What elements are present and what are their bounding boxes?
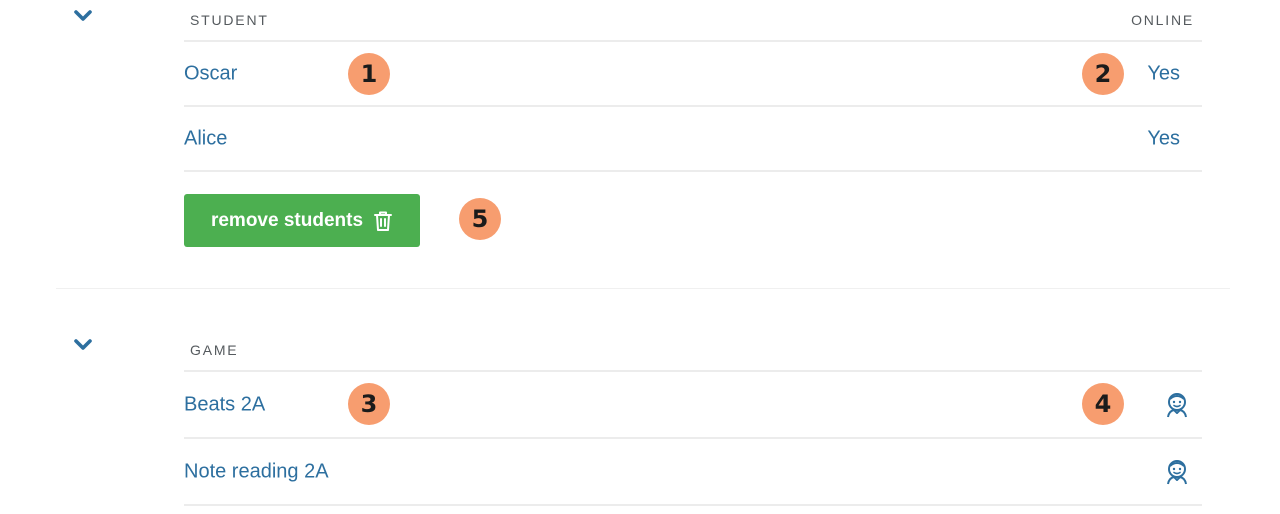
remove-students-button[interactable]: remove students xyxy=(184,194,420,247)
table-row: Beats 2A xyxy=(184,372,1202,439)
collapse-games-toggle[interactable] xyxy=(72,337,94,353)
annotation-marker-4: 4 xyxy=(1082,383,1124,425)
student-face-icon[interactable] xyxy=(1164,458,1190,486)
table-row: Note reading 2A xyxy=(184,439,1202,506)
game-name-link[interactable]: Note reading 2A xyxy=(184,460,329,483)
section-divider xyxy=(56,288,1230,289)
student-column-header: STUDENT xyxy=(190,12,269,28)
trash-icon xyxy=(374,211,393,231)
remove-students-label: remove students xyxy=(210,209,364,231)
page: STUDENT ONLINE Oscar Yes Alice Yes remov… xyxy=(0,0,1280,514)
annotation-marker-3: 3 xyxy=(348,383,390,425)
collapse-students-toggle[interactable] xyxy=(72,8,94,24)
games-table-header: GAME xyxy=(184,330,1202,372)
students-table-header: STUDENT ONLINE xyxy=(184,0,1202,42)
chevron-down-icon xyxy=(74,10,92,21)
online-column-header: ONLINE xyxy=(1131,12,1194,28)
game-column-header: GAME xyxy=(190,342,239,358)
annotation-marker-2: 2 xyxy=(1082,53,1124,95)
annotation-marker-1: 1 xyxy=(348,53,390,95)
games-table: GAME Beats 2A Note reading 2A xyxy=(184,330,1202,506)
online-status: Yes xyxy=(1147,127,1180,149)
student-name-link[interactable]: Oscar xyxy=(184,62,237,85)
table-row: Alice Yes xyxy=(184,107,1202,172)
table-row: Oscar Yes xyxy=(184,42,1202,107)
game-name-link[interactable]: Beats 2A xyxy=(184,393,265,416)
annotation-marker-5: 5 xyxy=(459,198,501,240)
student-name-link[interactable]: Alice xyxy=(184,127,227,150)
student-face-icon[interactable] xyxy=(1164,391,1190,419)
students-table: STUDENT ONLINE Oscar Yes Alice Yes xyxy=(184,0,1202,172)
online-status: Yes xyxy=(1147,62,1180,84)
chevron-down-icon xyxy=(74,339,92,350)
